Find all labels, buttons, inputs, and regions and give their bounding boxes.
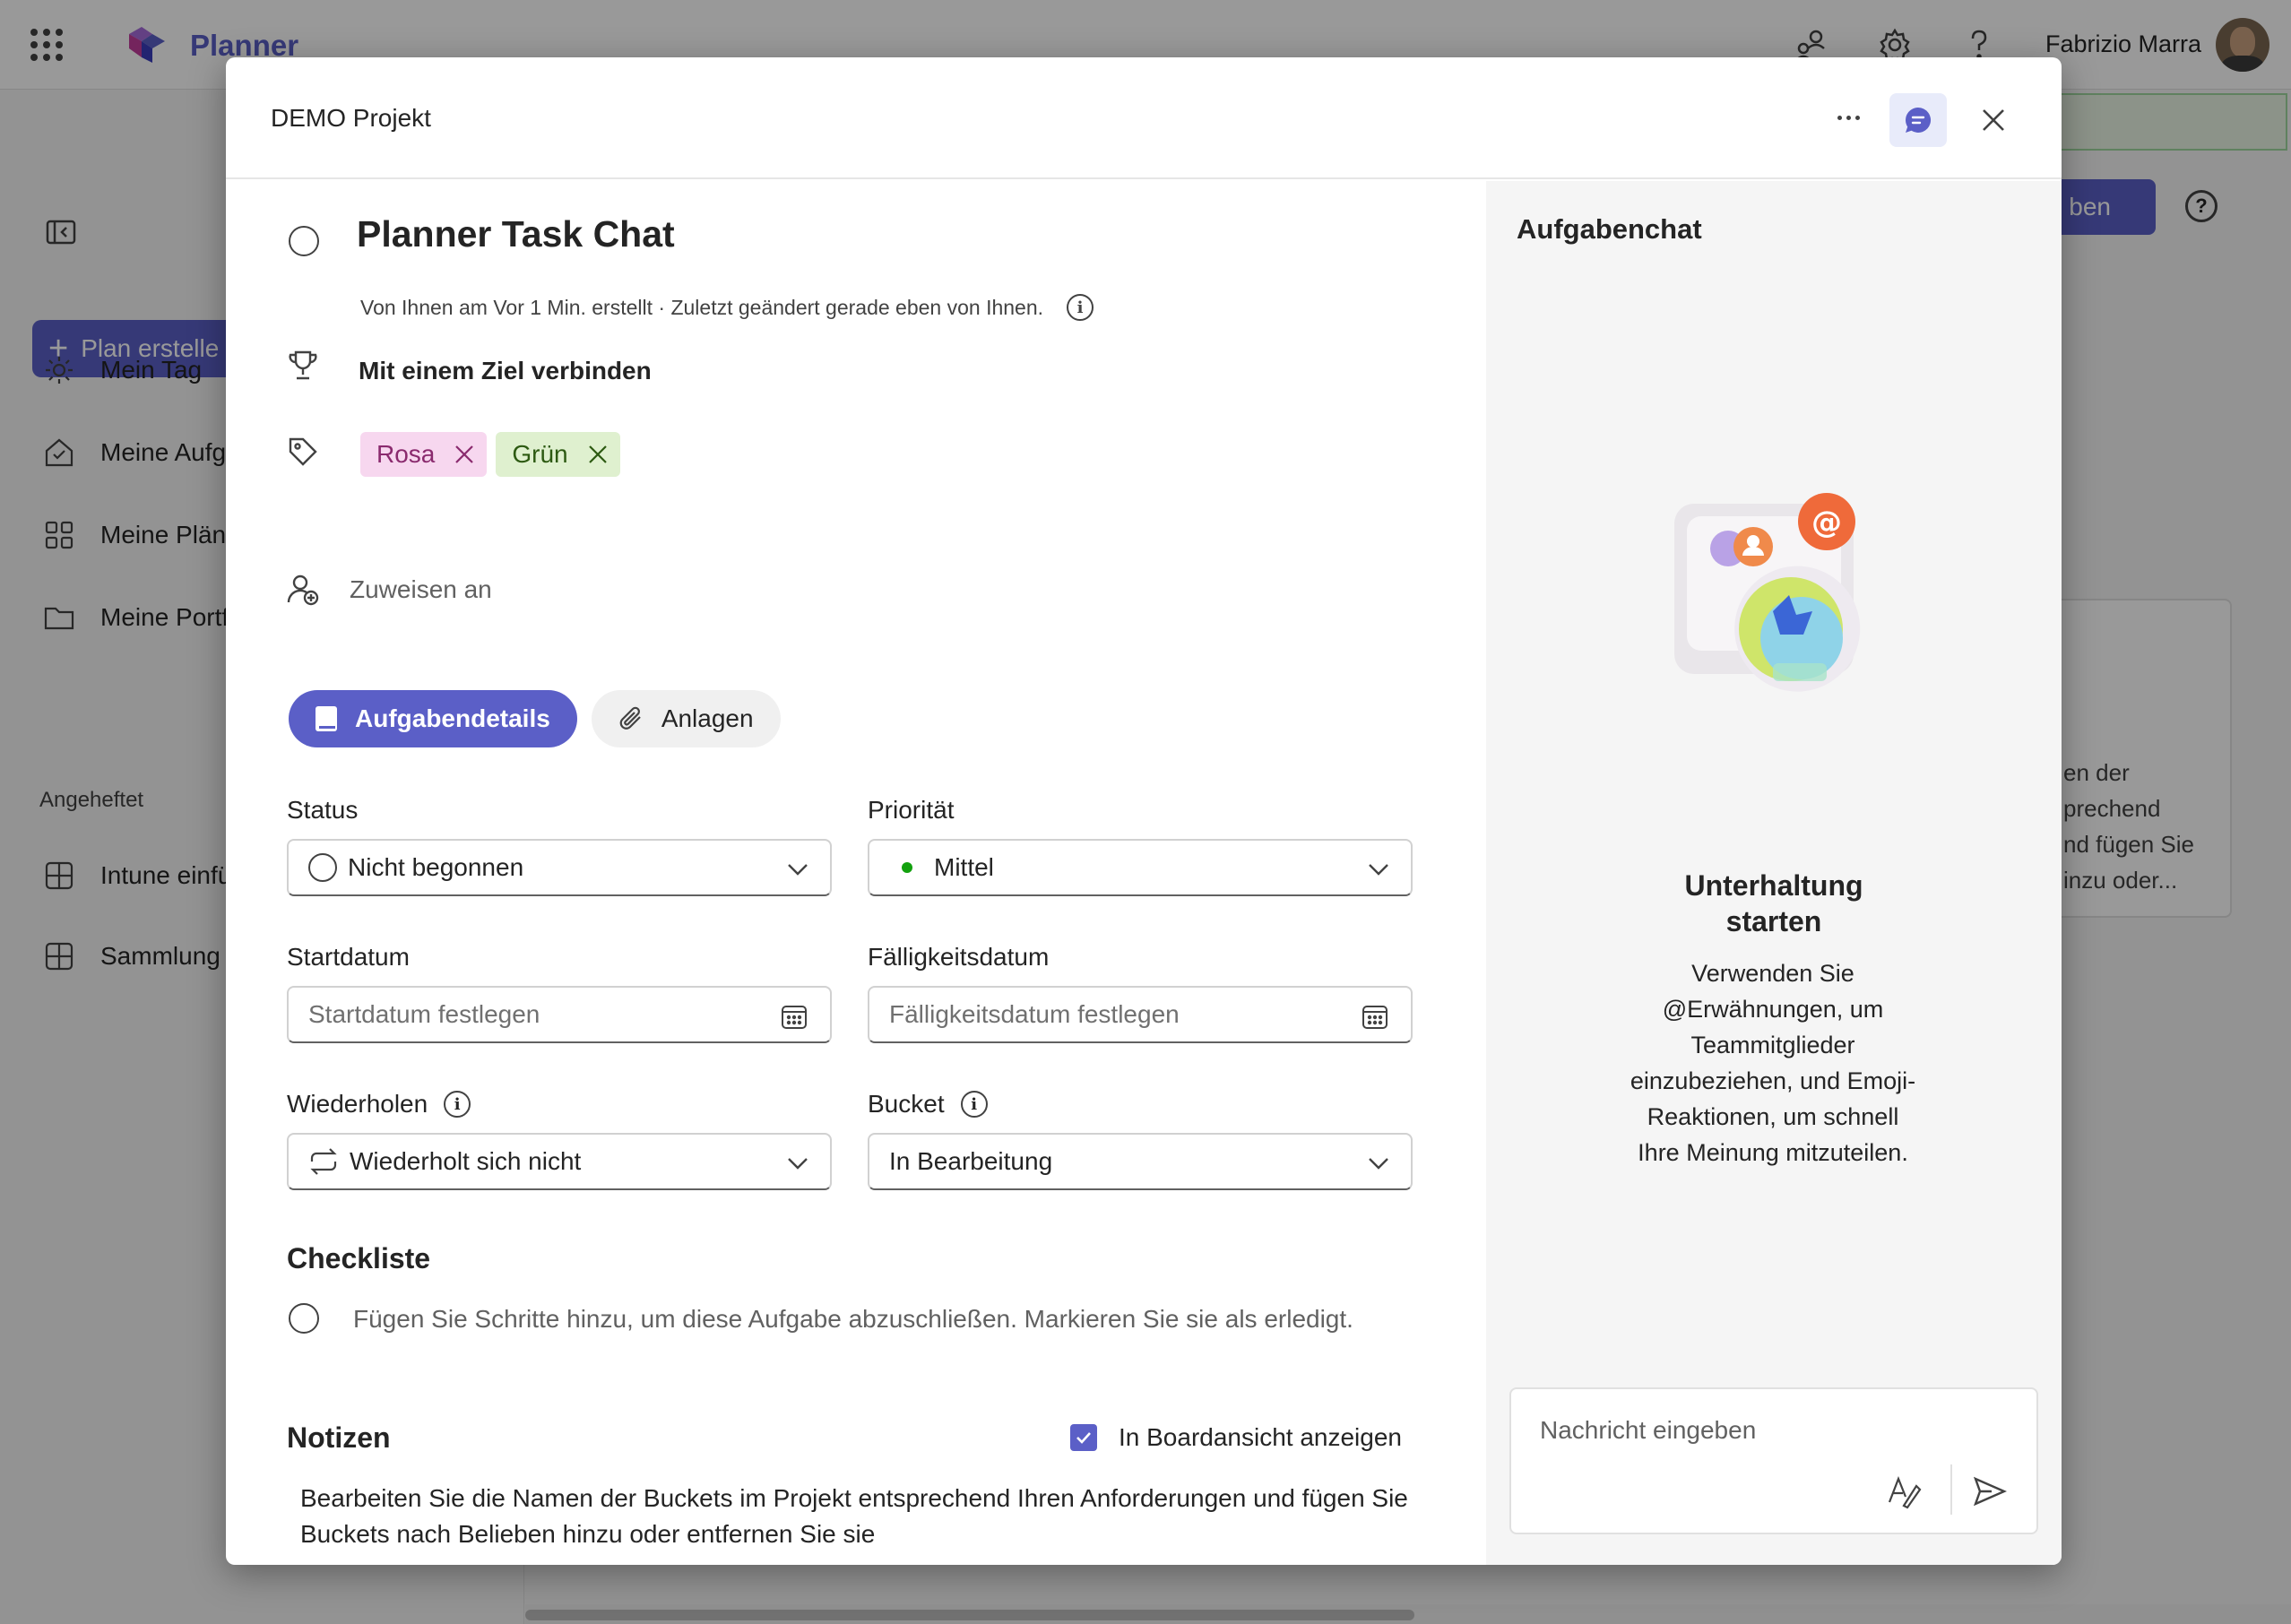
close-dialog-button[interactable] [1967, 93, 2020, 147]
message-input[interactable]: Nachricht eingeben [1540, 1416, 1756, 1445]
due-date-placeholder: Fälligkeitsdatum festlegen [889, 1000, 1180, 1028]
status-label-text: Status [287, 796, 359, 824]
start-date-placeholder: Startdatum festlegen [308, 1000, 540, 1028]
due-date-input[interactable]: Fälligkeitsdatum festlegen [868, 986, 1413, 1043]
task-details-dialog: DEMO Projekt Planner Task Chat Von Ihnen… [226, 57, 2062, 1565]
repeat-label: Wiederholen i [287, 1090, 471, 1119]
remove-label-icon[interactable] [588, 445, 608, 464]
calendar-icon[interactable] [1361, 1002, 1389, 1031]
svg-text:@: @ [1811, 505, 1842, 540]
notes-title: Notizen [287, 1421, 391, 1454]
remove-label-icon[interactable] [454, 445, 474, 464]
trophy-icon [289, 350, 317, 380]
tab-task-details[interactable]: Aufgabendetails [289, 690, 577, 747]
due-date-label-text: Fälligkeitsdatum [868, 943, 1050, 971]
task-meta-text: Von Ihnen am Vor 1 Min. erstellt · Zulet… [360, 295, 1044, 319]
show-on-board-label: In Boardansicht anzeigen [1119, 1423, 1402, 1451]
label-chip-gruen[interactable]: Grün [496, 432, 620, 477]
label-list: Rosa Grün [360, 432, 620, 477]
notebook-icon [316, 706, 337, 731]
detail-tabs: Aufgabendetails Anlagen [289, 690, 781, 747]
start-date-label: Startdatum [287, 943, 410, 972]
dialog-header: DEMO Projekt [226, 57, 2062, 179]
bucket-value: In Bearbeitung [889, 1147, 1053, 1175]
more-options-icon[interactable] [1821, 102, 1875, 133]
bucket-dropdown[interactable]: In Bearbeitung [868, 1133, 1413, 1190]
task-meta: Von Ihnen am Vor 1 Min. erstellt · Zulet… [360, 294, 1094, 321]
task-details-pane: Planner Task Chat Von Ihnen am Vor 1 Min… [226, 181, 1486, 1565]
chevron-down-icon [1369, 1158, 1388, 1170]
tab-attachments[interactable]: Anlagen [591, 690, 781, 747]
calendar-icon[interactable] [780, 1002, 808, 1031]
repeat-label-text: Wiederholen [287, 1090, 428, 1118]
label-name: Grün [512, 440, 568, 468]
message-composer: Nachricht eingeben [1509, 1387, 2038, 1534]
priority-label: Priorität [868, 796, 954, 825]
bucket-info-icon[interactable]: i [960, 1091, 988, 1118]
repeat-value: Wiederholt sich nicht [350, 1147, 582, 1175]
priority-dot-icon [902, 862, 912, 873]
repeat-info-icon[interactable]: i [444, 1091, 471, 1118]
label-name: Rosa [376, 440, 436, 468]
connect-goal-link[interactable]: Mit einem Ziel verbinden [359, 357, 652, 385]
checklist-title: Checkliste [287, 1242, 431, 1274]
start-date-label-text: Startdatum [287, 943, 410, 971]
chat-empty-body: Verwenden Sie @Erwähnungen, um Teammitgl… [1630, 960, 1916, 1166]
repeat-dropdown[interactable]: Wiederholt sich nicht [287, 1133, 832, 1190]
priority-label-text: Priorität [868, 796, 955, 824]
checklist-add-input[interactable]: Fügen Sie Schritte hinzu, um diese Aufga… [353, 1305, 1353, 1334]
chat-title: Aufgabenchat [1517, 213, 1702, 245]
chat-empty-title-text: Unterhaltung starten [1684, 869, 1863, 937]
notes-textarea[interactable]: Bearbeiten Sie die Namen der Buckets im … [300, 1481, 1448, 1552]
bucket-label: Bucket i [868, 1090, 988, 1119]
task-title[interactable]: Planner Task Chat [357, 213, 675, 255]
toggle-chat-button[interactable] [1889, 93, 1947, 147]
close-icon [1983, 109, 2004, 131]
show-on-board-checkbox[interactable] [1070, 1424, 1097, 1451]
start-date-input[interactable]: Startdatum festlegen [287, 986, 832, 1043]
chat-empty-title: Unterhaltung starten [1486, 868, 2062, 939]
send-icon[interactable] [1972, 1473, 2008, 1509]
checkmark-icon [1076, 1432, 1091, 1444]
chat-illustration: @ [1674, 493, 1861, 692]
not-started-icon [308, 853, 337, 882]
status-dropdown[interactable]: Nicht begonnen [287, 839, 832, 896]
priority-value: Mittel [934, 853, 994, 881]
chevron-down-icon [788, 1158, 808, 1170]
paperclip-icon [619, 706, 641, 730]
info-icon[interactable]: i [1067, 294, 1094, 321]
task-chat-pane: Aufgabenchat @ Unterhaltung starten Verw… [1486, 181, 2062, 1565]
status-label: Status [287, 796, 358, 825]
tab-label: Anlagen [661, 704, 754, 732]
checklist-item-checkbox[interactable] [289, 1303, 319, 1334]
show-on-board-toggle[interactable]: In Boardansicht anzeigen [1070, 1423, 1402, 1452]
repeat-arrows-icon [310, 1148, 337, 1175]
chevron-down-icon [788, 864, 808, 876]
assign-to-field[interactable]: Zuweisen an [350, 575, 492, 604]
tab-label: Aufgabendetails [355, 704, 550, 732]
text-format-icon[interactable] [1886, 1473, 1922, 1509]
chevron-down-icon [1369, 864, 1388, 876]
tag-icon[interactable] [285, 434, 321, 470]
complete-task-checkbox[interactable] [289, 226, 319, 256]
bucket-label-text: Bucket [868, 1090, 945, 1118]
plan-name: DEMO Projekt [271, 104, 431, 132]
assign-person-icon [287, 574, 319, 606]
composer-separator [1950, 1464, 1952, 1515]
priority-dropdown[interactable]: Mittel [868, 839, 1413, 896]
due-date-label: Fälligkeitsdatum [868, 943, 1049, 972]
status-value: Nicht begonnen [348, 853, 524, 881]
label-chip-rosa[interactable]: Rosa [360, 432, 488, 477]
chat-bubble-icon [1906, 107, 1932, 133]
